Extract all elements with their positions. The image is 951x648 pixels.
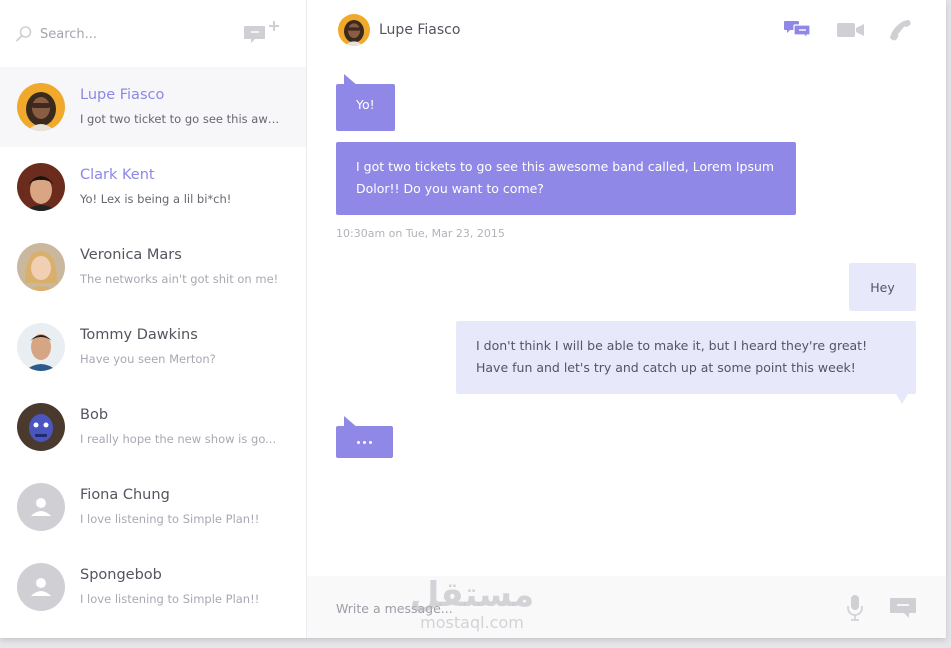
chat-icon[interactable] (784, 18, 812, 38)
contact-name: Bob (80, 407, 109, 423)
chat-panel: Lupe Fiasco Yo! I got two tickets to go … (307, 0, 946, 638)
avatar (17, 83, 65, 131)
avatar (17, 163, 65, 211)
microphone-icon[interactable] (845, 594, 865, 622)
avatar (17, 323, 65, 371)
contact-item-bob[interactable]: Bob I really hope the new show is go... (0, 387, 306, 467)
message-bubble-incoming: Yo! (336, 84, 395, 131)
messaging-app: Lupe Fiasco I got two ticket to go see t… (0, 0, 946, 638)
typing-indicator (336, 426, 393, 458)
contact-item-tommy-dawkins[interactable]: Tommy Dawkins Have you seen Merton? (0, 307, 306, 387)
search-bar (0, 0, 306, 67)
contact-name: Fiona Chung (80, 487, 170, 503)
search-input[interactable] (40, 20, 220, 48)
default-avatar-icon (17, 483, 65, 531)
send-message-icon[interactable] (890, 596, 918, 620)
watermark-arabic: مستقل (409, 575, 535, 615)
contacts-sidebar: Lupe Fiasco I got two ticket to go see t… (0, 0, 307, 638)
contact-name: Lupe Fiasco (80, 87, 165, 103)
bubble-tail (896, 394, 908, 404)
contact-item-veronica-mars[interactable]: Veronica Mars The networks ain't got shi… (0, 227, 306, 307)
message-bubble-outgoing: I don't think I will be able to make it,… (456, 321, 916, 394)
contact-item-lupe-fiasco[interactable]: Lupe Fiasco I got two ticket to go see t… (0, 67, 306, 147)
contact-preview: I love listening to Simple Plan!! (80, 512, 260, 526)
message-bubble-outgoing: Hey (849, 263, 916, 311)
contact-preview: I really hope the new show is go... (80, 432, 277, 446)
contact-name: Tommy Dawkins (80, 327, 198, 343)
contact-preview: Yo! Lex is being a lil bi*ch! (80, 192, 232, 206)
avatar (17, 243, 65, 291)
chat-contact-name: Lupe Fiasco (379, 22, 461, 38)
message-timestamp: 10:30am on Tue, Mar 23, 2015 (336, 227, 505, 240)
contact-preview: The networks ain't got shit on me! (80, 272, 279, 286)
contact-preview: I love listening to Simple Plan!! (80, 592, 260, 606)
phone-icon[interactable] (889, 18, 913, 42)
contact-preview: I got two ticket to go see this awe... (80, 112, 285, 126)
search-icon (16, 26, 32, 42)
avatar (338, 14, 370, 46)
contact-item-fiona-chung[interactable]: Fiona Chung I love listening to Simple P… (0, 467, 306, 547)
new-chat-icon[interactable] (244, 20, 282, 46)
default-avatar-icon (17, 563, 65, 611)
contact-name: Spongebob (80, 567, 162, 583)
video-icon[interactable] (837, 22, 865, 38)
contact-name: Veronica Mars (80, 247, 182, 263)
contact-name: Clark Kent (80, 167, 155, 183)
watermark: مستقل mostaql.com (402, 576, 542, 636)
watermark-url: mostaql.com (420, 613, 524, 632)
chat-header: Lupe Fiasco (307, 0, 946, 62)
contact-preview: Have you seen Merton? (80, 352, 216, 366)
contact-item-spongebob[interactable]: Spongebob I love listening to Simple Pla… (0, 547, 306, 627)
contact-item-clark-kent[interactable]: Clark Kent Yo! Lex is being a lil bi*ch! (0, 147, 306, 227)
avatar (17, 403, 65, 451)
message-bubble-incoming: I got two tickets to go see this awesome… (336, 142, 796, 215)
